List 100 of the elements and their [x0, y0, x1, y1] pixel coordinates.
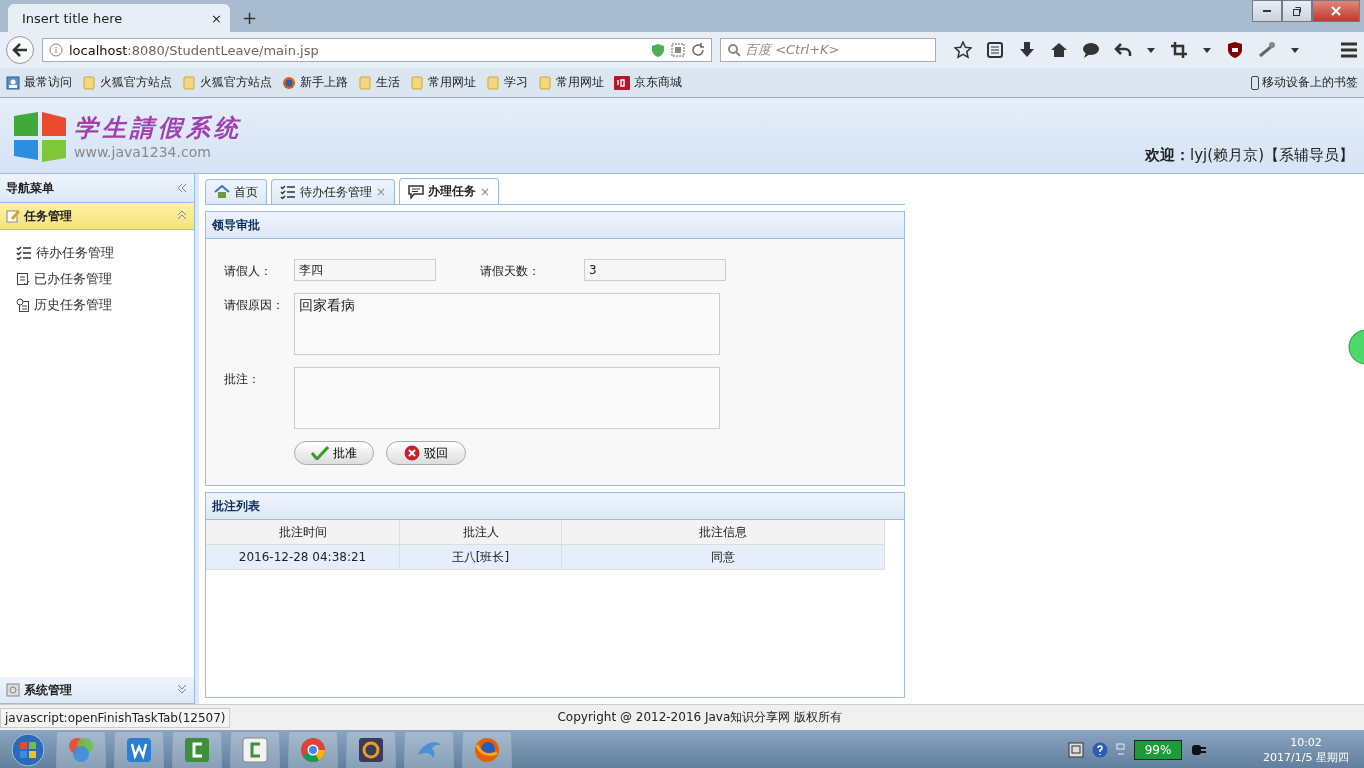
- back-button[interactable]: [6, 36, 34, 64]
- reader-list-icon[interactable]: [986, 41, 1004, 59]
- input-field[interactable]: 3: [584, 259, 726, 281]
- chrome-app-icon[interactable]: [298, 735, 328, 765]
- edit-note-icon: [6, 209, 20, 223]
- panel-title: 批注列表: [206, 493, 904, 520]
- search-icon: [727, 43, 741, 57]
- bookmark-item[interactable]: 火狐官方站点: [82, 74, 172, 91]
- collapse-left-icon[interactable]: [176, 182, 188, 194]
- table-cell: 同意: [562, 545, 885, 570]
- help-icon[interactable]: [1092, 742, 1108, 758]
- bookmark-page-icon: [6, 75, 20, 90]
- nav-item[interactable]: 待办任务管理: [16, 244, 194, 262]
- welcome-text: 欢迎：lyj(赖月京)【系辅导员】: [1145, 146, 1354, 165]
- restore-button[interactable]: [1282, 0, 1312, 22]
- mobile-bookmarks-item[interactable]: 移动设备上的书签: [1251, 74, 1358, 91]
- wand-icon[interactable]: [1258, 41, 1276, 59]
- checklist-icon: [16, 246, 32, 260]
- close-icon: [1331, 6, 1341, 16]
- folder-icon: [538, 75, 552, 90]
- column-header[interactable]: 批注人: [400, 520, 562, 545]
- firefox-icon: [282, 75, 296, 90]
- start-orb-icon[interactable]: [10, 732, 46, 768]
- restore-icon: [1292, 6, 1302, 16]
- menu-icon[interactable]: [1340, 41, 1358, 59]
- nav-item[interactable]: 已办任务管理: [16, 270, 194, 288]
- bookmark-item[interactable]: 京东商城: [614, 74, 682, 91]
- cross-circle-icon: [404, 445, 420, 461]
- camtasia-app-icon[interactable]: [182, 735, 212, 765]
- reject-button[interactable]: 驳回: [386, 441, 466, 465]
- comment-icon: [408, 184, 425, 199]
- firefox-app-icon[interactable]: [472, 735, 502, 765]
- expand-down-icon[interactable]: [176, 682, 188, 695]
- column-header[interactable]: 批注信息: [562, 520, 885, 545]
- logo-url: www.java1234.com: [74, 143, 212, 160]
- tab-close-button[interactable]: ×: [211, 10, 222, 26]
- qr-code-icon: [671, 43, 685, 57]
- dropdown-caret-icon[interactable]: [1146, 45, 1156, 55]
- content-tab[interactable]: 待办任务管理 ×: [271, 179, 396, 204]
- search-field[interactable]: 百度 <Ctrl+K>: [720, 38, 936, 62]
- back-arrow-icon: [12, 43, 28, 57]
- browser-tab[interactable]: Insert title here ×: [8, 4, 230, 32]
- clock-date[interactable]: 2017/1/5 星期四: [1263, 750, 1349, 765]
- bookmark-item[interactable]: 常用网址: [538, 74, 604, 91]
- bookmark-item[interactable]: 新手上路: [282, 74, 348, 91]
- star-icon[interactable]: [954, 41, 972, 59]
- new-tab-button[interactable]: +: [230, 7, 270, 32]
- bookmark-item[interactable]: 常用网址: [410, 74, 476, 91]
- shield-badge-icon[interactable]: [1226, 41, 1244, 59]
- bookmark-item[interactable]: 生活: [358, 74, 400, 91]
- download-icon[interactable]: [1018, 41, 1036, 59]
- dropdown-caret-icon[interactable]: [1202, 45, 1212, 55]
- document-clock-icon: [16, 298, 30, 312]
- nav-item[interactable]: 历史任务管理: [16, 296, 194, 314]
- crop-icon[interactable]: [1170, 41, 1188, 59]
- content-tab[interactable]: 办理任务 ×: [399, 178, 500, 204]
- bookmark-item[interactable]: 学习: [486, 74, 528, 91]
- home-icon: [214, 185, 230, 199]
- field-label: 请假天数：: [480, 263, 540, 280]
- panel-title: 领导审批: [206, 212, 904, 239]
- shield-icon: [651, 43, 665, 57]
- field-label: 批注：: [224, 371, 261, 388]
- camtasia-app-icon[interactable]: [240, 735, 270, 765]
- jd-icon: [614, 75, 630, 90]
- reload-icon[interactable]: [691, 43, 705, 57]
- column-header[interactable]: 批注时间: [206, 520, 400, 545]
- phone-icon: [1251, 75, 1259, 90]
- input-field[interactable]: 李四: [294, 259, 436, 281]
- folder-icon: [358, 75, 372, 90]
- battery-indicator[interactable]: 99%: [1134, 740, 1182, 760]
- bookmark-item[interactable]: 最常访问: [6, 74, 72, 91]
- writer-app-icon[interactable]: [124, 735, 154, 765]
- accordion-header[interactable]: 任务管理: [0, 203, 194, 230]
- accordion-header[interactable]: 系统管理: [0, 677, 194, 704]
- content-tab[interactable]: 首页: [205, 179, 267, 204]
- speech-bubble-icon[interactable]: [1082, 41, 1100, 59]
- undo-arrow-icon[interactable]: [1114, 41, 1132, 59]
- copyright-text: Copyright @ 2012-2016 Java知识分享网 版权所有: [557, 709, 843, 726]
- info-icon: [49, 43, 63, 57]
- folder-icon: [182, 75, 196, 90]
- minimize-button[interactable]: [1252, 0, 1282, 22]
- home-icon[interactable]: [1050, 41, 1068, 59]
- text-area[interactable]: 回家看病: [294, 293, 720, 355]
- bookmark-item[interactable]: 火狐官方站点: [182, 74, 272, 91]
- folder-icon: [486, 75, 500, 90]
- url-field[interactable]: localhost:8080/StudentLeave/main.jsp: [42, 38, 712, 62]
- logo-title: 学生請假系统: [74, 111, 242, 144]
- close-button[interactable]: [1312, 0, 1360, 22]
- power-plug-icon[interactable]: [1190, 743, 1208, 757]
- dropdown-caret-icon[interactable]: [1290, 45, 1300, 55]
- folder-icon: [410, 75, 424, 90]
- approve-button[interactable]: 批准: [294, 441, 374, 465]
- table-cell: 2016-12-28 04:38:21: [206, 545, 400, 570]
- checklist-icon: [280, 185, 296, 199]
- collapse-up-icon[interactable]: [176, 208, 188, 221]
- tab-close-button[interactable]: ×: [480, 184, 491, 199]
- field-label: 请假人：: [224, 263, 273, 280]
- tray-window-icon[interactable]: [1068, 742, 1084, 758]
- nav-title: 导航菜单: [6, 179, 54, 197]
- document-check-icon: [16, 272, 30, 286]
